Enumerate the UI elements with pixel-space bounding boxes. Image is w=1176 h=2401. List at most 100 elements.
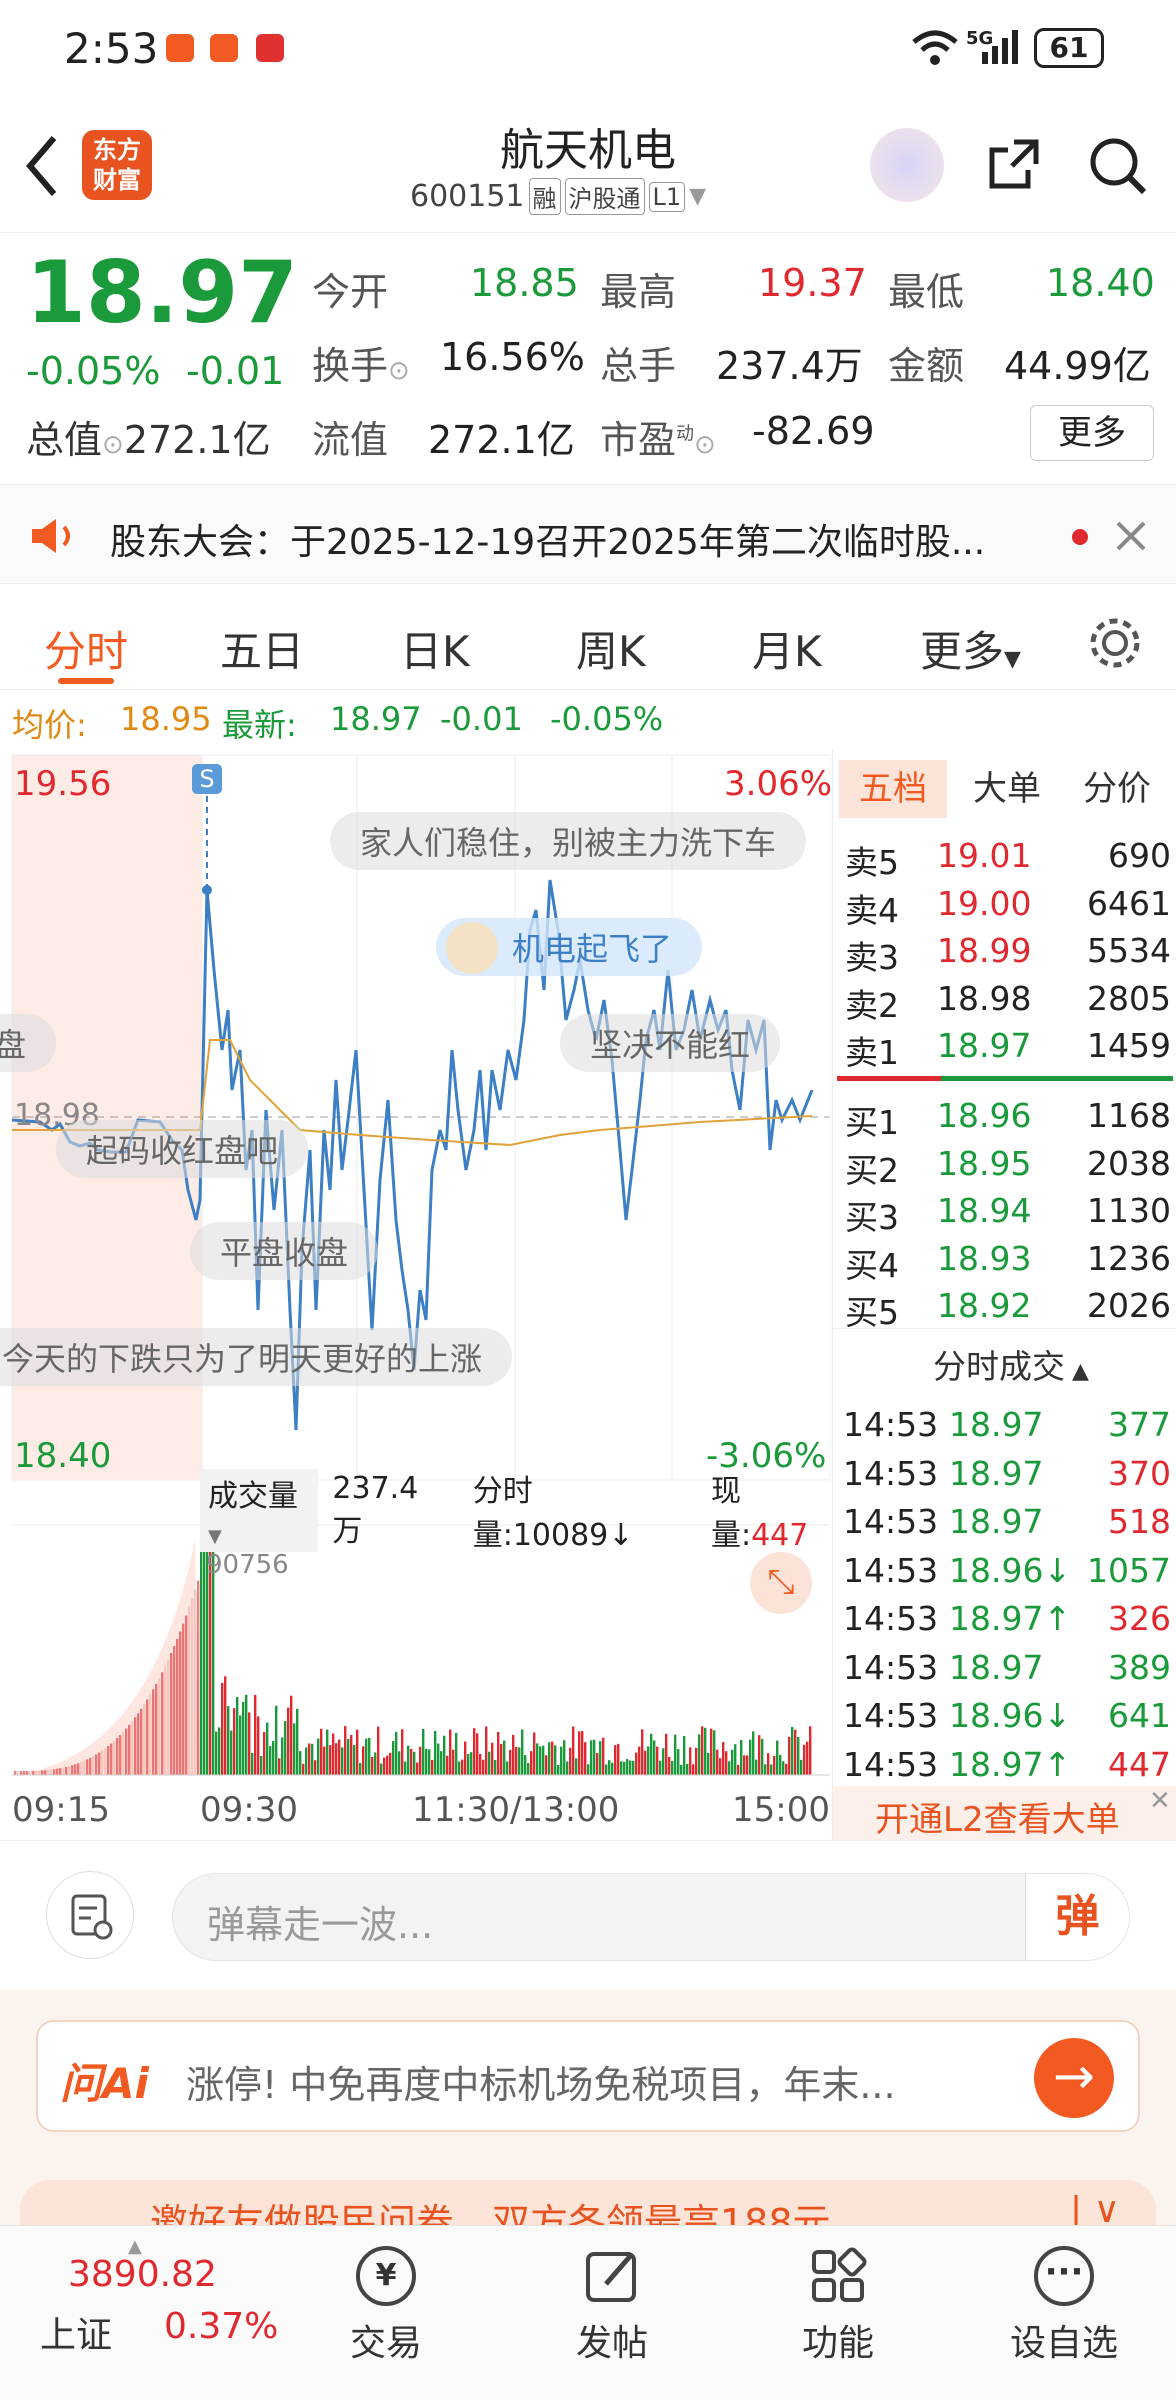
danmu-bubble[interactable]: 家人们稳住，别被主力洗下车 — [330, 812, 807, 870]
tick-row: 14:53 18.97 389 — [841, 1648, 1175, 1696]
tab-big-orders[interactable]: 大单 — [973, 760, 1041, 818]
nav-functions[interactable]: 功能 — [748, 2226, 928, 2366]
tick-time: 14:53 — [843, 1502, 939, 1541]
ticks-title[interactable]: 分时成交 ▲ — [933, 1340, 1089, 1388]
tick-time: 14:53 — [843, 1744, 939, 1784]
tab-five-day[interactable]: 五日 — [220, 618, 304, 679]
ask-strength-bar — [837, 1076, 941, 1081]
volume-bar — [785, 1763, 788, 1775]
arrow-right-icon[interactable]: → — [1034, 2038, 1114, 2118]
volume-bar — [368, 1737, 371, 1775]
expand-icon[interactable]: ⤡ — [750, 1552, 812, 1614]
volume-bar — [728, 1761, 731, 1775]
settings-gear-icon[interactable] — [1086, 614, 1144, 672]
bid-level[interactable]: 买2 18.95 2038 — [841, 1144, 1175, 1192]
volume-bar — [758, 1735, 761, 1775]
tick-time: 14:53 — [843, 1647, 939, 1687]
volume-bar — [794, 1729, 797, 1775]
stock-header: 东方 财富 航天机电 600151 融 沪股通 L1 ▼ — [0, 100, 1176, 232]
tab-daily-k[interactable]: 日K — [400, 618, 470, 679]
ask-level[interactable]: 卖4 19.00 6461 — [841, 884, 1175, 932]
volume-bar — [656, 1746, 659, 1775]
nav-add-watchlist[interactable]: ··· 设自选 — [974, 2226, 1154, 2366]
volume-bar — [95, 1754, 98, 1775]
volume-bar — [716, 1749, 719, 1775]
nav-post[interactable]: 发帖 — [522, 2226, 702, 2366]
stock-code: 600151 — [410, 179, 525, 214]
volume-bar — [542, 1745, 545, 1775]
share-icon[interactable] — [984, 134, 1044, 194]
volume-bar — [65, 1766, 68, 1775]
index-ticker[interactable]: ▲ 3890.82 上证 0.37% — [0, 2226, 300, 2401]
info-icon[interactable]: ⊙ — [694, 430, 716, 460]
tab-weekly-k[interactable]: 周K — [576, 618, 646, 679]
time-label: 09:30 — [200, 1790, 298, 1830]
info-icon[interactable]: ⊙ — [102, 430, 124, 460]
bid-level[interactable]: 买3 18.94 1130 — [841, 1191, 1175, 1239]
danmu-bubble[interactable]: 坚决不能红 — [560, 1014, 781, 1072]
volume-selector[interactable]: 成交量 ▼ — [200, 1468, 319, 1552]
danmu-bubble[interactable]: 平盘收盘 — [190, 1222, 379, 1280]
ai-robot-avatar[interactable] — [870, 128, 944, 202]
tab-more[interactable]: 更多▼ — [920, 618, 1021, 679]
chart-tabs: 分时 五日 日K 周K 月K 更多▼ — [0, 590, 1176, 690]
ai-ask-box[interactable]: 问Ai 涨停! 中免再度中标机场免税项目，年末... → — [36, 2020, 1140, 2132]
volume-bar — [398, 1751, 401, 1775]
chevron-down-icon[interactable]: ▼ — [689, 184, 706, 209]
tab-indicator — [58, 678, 114, 684]
level-label: 卖1 — [845, 1033, 899, 1072]
volume-bar — [590, 1740, 593, 1775]
l2-promo[interactable]: 开通L2查看大单 ✕ — [833, 1786, 1176, 1840]
danmu-input[interactable]: 弹幕走一波... 弹 — [172, 1873, 1130, 1961]
volume-bar — [362, 1746, 365, 1775]
volume-peak: 90756 — [206, 1550, 289, 1580]
bid-level[interactable]: 买4 18.93 1236 — [841, 1239, 1175, 1287]
tab-monthly-k[interactable]: 月K — [752, 618, 822, 679]
ask-level[interactable]: 卖5 19.01 690 — [841, 836, 1175, 884]
volume-bar — [239, 1715, 242, 1775]
search-icon[interactable] — [1086, 134, 1150, 198]
volume-bar — [515, 1747, 518, 1775]
tick-volume: 377 — [1108, 1405, 1171, 1444]
level-price: 19.01 — [937, 836, 1032, 875]
volume-bars — [12, 1540, 812, 1775]
volume-bar — [245, 1694, 248, 1775]
volume-bar — [152, 1689, 155, 1775]
volume-bar — [56, 1768, 59, 1775]
volume-bar — [242, 1701, 245, 1775]
tick-time: 14:53 — [843, 1405, 939, 1444]
tab-five-levels[interactable]: 五档 — [839, 760, 947, 818]
close-icon[interactable] — [1114, 519, 1148, 553]
ask-level[interactable]: 卖1 18.97 1459 — [841, 1026, 1175, 1074]
danmu-bubble[interactable]: 今天的下跌只为了明天更好的上涨 — [0, 1328, 513, 1386]
danmu-bubble[interactable]: 起码收红盘吧 — [56, 1120, 309, 1178]
danmu-bubble[interactable]: 盘 — [0, 1014, 57, 1072]
bid-level[interactable]: 买5 18.92 2026 — [841, 1286, 1175, 1334]
event-marker[interactable]: S — [192, 764, 222, 794]
announcement-bar[interactable]: 股东大会：于2025-12-19召开2025年第二次临时股... — [0, 484, 1176, 584]
volume-bar — [629, 1760, 632, 1775]
tab-price-dist[interactable]: 分价 — [1083, 760, 1151, 818]
ask-level[interactable]: 卖2 18.98 2805 — [841, 979, 1175, 1027]
danmu-settings-icon[interactable] — [46, 1871, 134, 1959]
volume-bar — [623, 1761, 626, 1775]
volume-bar — [584, 1742, 587, 1775]
volume-bar — [164, 1666, 167, 1775]
danmu-toggle-button[interactable]: 弹 — [1025, 1874, 1129, 1960]
info-icon[interactable]: ⊙ — [388, 356, 410, 386]
volume-bar — [110, 1743, 113, 1775]
level-label: 买5 — [845, 1293, 899, 1332]
danmu-bubble[interactable]: 机电起飞了 — [436, 918, 703, 976]
volume-bar — [170, 1653, 173, 1775]
volume-bar — [443, 1735, 446, 1775]
app-notification-icon — [166, 34, 194, 62]
volume-bar — [278, 1758, 281, 1775]
ask-level[interactable]: 卖3 18.99 5534 — [841, 931, 1175, 979]
tab-intraday[interactable]: 分时 — [44, 618, 128, 679]
more-button[interactable]: 更多 — [1030, 405, 1154, 461]
nav-trade[interactable]: ¥ 交易 — [296, 2226, 476, 2366]
intraday-chart[interactable]: 19.56 18.40 18.98 3.06% -3.06% S 家人们稳住，别… — [0, 750, 832, 1840]
bid-level[interactable]: 买1 18.96 1168 — [841, 1096, 1175, 1144]
level-label: 卖4 — [845, 890, 899, 930]
volume-bar — [479, 1753, 482, 1775]
